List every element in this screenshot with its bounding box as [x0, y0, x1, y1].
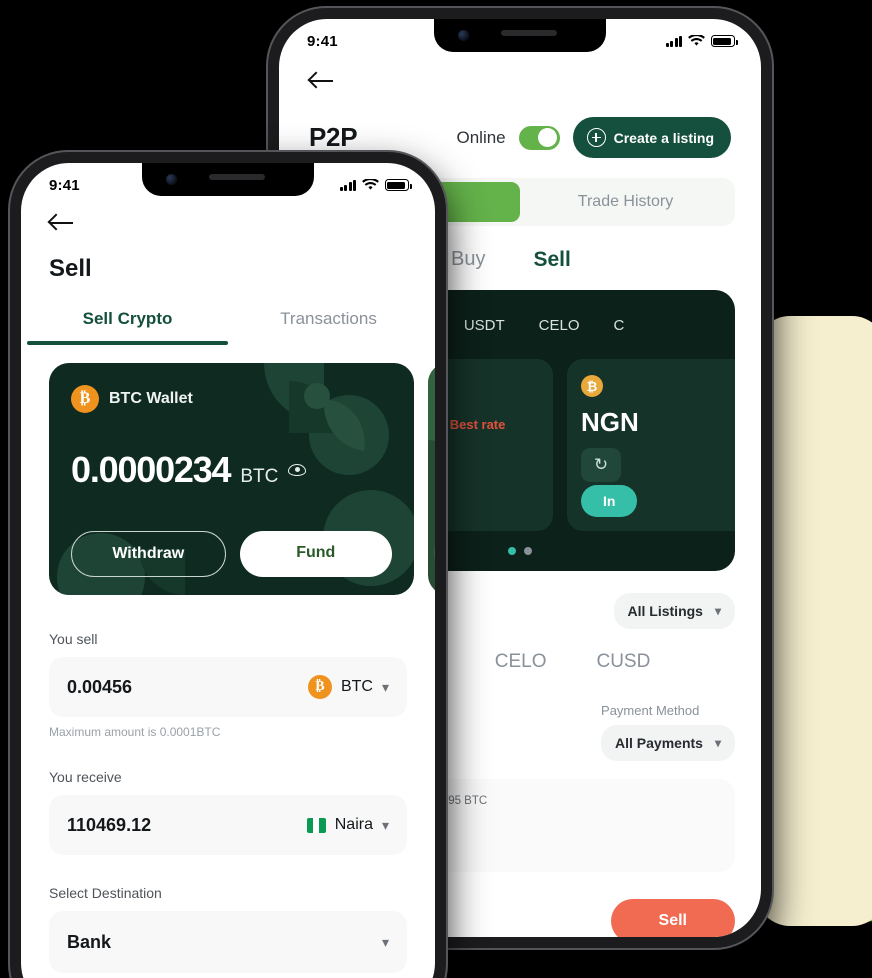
destination-select[interactable]: Bank ▾	[49, 911, 407, 973]
withdraw-button[interactable]: Withdraw	[71, 531, 226, 577]
wifi-icon	[688, 35, 705, 46]
ngn-card: ₿ NGN ↻ In	[567, 359, 735, 531]
earpiece-speaker	[500, 30, 557, 36]
page-title: P2P	[309, 122, 358, 152]
back-arrow-icon[interactable]	[49, 213, 75, 233]
p2p-header-actions: Online Create a listing	[456, 117, 731, 158]
back-arrow-icon[interactable]	[309, 71, 335, 91]
wallet-balance-row: 0.0000234 BTC	[71, 449, 392, 491]
listing-sell-button[interactable]: Sell	[610, 899, 735, 937]
notch	[434, 19, 606, 52]
you-receive-field[interactable]: 110469.12 Naira ▾	[49, 795, 407, 855]
coin-tab-celo[interactable]: CELO	[525, 308, 594, 343]
carousel-dot-2[interactable]	[524, 547, 532, 555]
you-sell-currency: BTC	[340, 678, 373, 695]
next-wallet-card-peek[interactable]	[428, 363, 435, 595]
page-title: Sell	[49, 255, 92, 282]
decorative-cream-card	[756, 316, 872, 926]
max-amount-hint: Maximum amount is 0.0001BTC	[49, 725, 221, 739]
you-receive-currency-select[interactable]: Naira ▾	[306, 816, 389, 834]
coin-tab-usdt[interactable]: USDT	[450, 308, 519, 343]
buy-tab[interactable]: Buy	[451, 248, 485, 272]
payment-method-select[interactable]: All Payments ▾	[601, 725, 735, 761]
bitcoin-icon: ₿	[71, 385, 99, 413]
cellular-icon	[666, 35, 682, 47]
all-listings-label: All Listings	[627, 603, 703, 619]
earpiece-speaker	[208, 174, 265, 180]
sell-tabs: Sell Crypto Transactions	[21, 309, 435, 345]
online-toggle[interactable]	[518, 125, 560, 150]
wallet-balance: 0.0000234	[71, 449, 232, 490]
status-icons	[666, 35, 738, 47]
create-listing-button[interactable]: Create a listing	[572, 117, 731, 158]
you-sell-label: You sell	[49, 631, 98, 647]
sell-tab[interactable]: Sell	[533, 248, 570, 272]
battery-icon	[385, 179, 412, 191]
payment-method-value: All Payments	[615, 735, 703, 751]
status-time: 9:41	[307, 32, 338, 50]
mockup-stage: 9:41 P2P Online Create a listing Trade H…	[0, 0, 872, 978]
coin-tab-cusd[interactable]: C	[600, 308, 639, 343]
coin-celo[interactable]: CELO	[495, 651, 547, 673]
tab-transactions[interactable]: Transactions	[228, 309, 429, 345]
front-phone-screen: 9:41 Sell Sell Crypto Transactions ₿ BTC…	[21, 163, 435, 978]
destination-value: Bank	[67, 931, 112, 952]
you-sell-currency-select[interactable]: ₿ BTC ▾	[307, 675, 389, 699]
fund-button[interactable]: Fund	[239, 531, 392, 577]
btc-wallet-card[interactable]: ₿ BTC Wallet 0.0000234 BTC Withdraw Fund	[49, 363, 414, 595]
tab-sell-crypto[interactable]: Sell Crypto	[27, 309, 228, 345]
wallet-name: BTC Wallet	[109, 390, 193, 407]
chevron-down-icon: ▾	[381, 678, 389, 695]
best-rate-badge: Best rate	[449, 417, 506, 432]
all-listings-filter[interactable]: All Listings ▾	[613, 593, 735, 629]
you-receive-label: You receive	[49, 769, 122, 785]
you-receive-value[interactable]: 110469.12	[67, 815, 151, 836]
sell-form: You sell 0.00456 ₿ BTC ▾ Maximum amount …	[21, 595, 435, 973]
payment-method-label: Payment Method	[601, 703, 700, 718]
plus-circle-icon	[586, 128, 606, 147]
wallet-balance-unit: BTC	[240, 466, 279, 487]
payment-method-group: Payment Method All Payments ▾	[601, 703, 735, 761]
front-camera-icon	[166, 174, 177, 185]
toggle-knob	[538, 128, 558, 147]
chevron-down-icon: ▾	[381, 933, 389, 950]
status-time: 9:41	[49, 176, 80, 194]
battery-icon	[711, 35, 738, 47]
bitcoin-icon: ₿	[581, 375, 603, 397]
card-decoration	[428, 365, 435, 562]
you-sell-field[interactable]: 0.00456 ₿ BTC ▾	[49, 657, 407, 717]
create-listing-label: Create a listing	[613, 129, 714, 146]
you-receive-currency: Naira	[334, 816, 373, 833]
select-destination-label: Select Destination	[49, 885, 162, 901]
bitcoin-icon: ₿	[307, 675, 332, 699]
wifi-icon	[362, 179, 379, 190]
ngn-title: NGN	[581, 407, 639, 437]
notch	[142, 163, 314, 196]
status-icons	[340, 179, 412, 191]
wallet-card-header: ₿ BTC Wallet	[71, 385, 392, 413]
wallet-actions: Withdraw Fund	[71, 531, 392, 577]
invest-button[interactable]: In	[581, 485, 638, 517]
carousel-dot-1[interactable]	[508, 547, 516, 555]
wallet-card-carousel: ₿ BTC Wallet 0.0000234 BTC Withdraw Fund	[21, 345, 435, 595]
chevron-down-icon: ▾	[381, 816, 389, 833]
online-label: Online	[456, 127, 506, 147]
front-phone-device: 9:41 Sell Sell Crypto Transactions ₿ BTC…	[10, 152, 446, 978]
eye-icon[interactable]	[288, 464, 307, 476]
swap-icon[interactable]: ↻	[581, 448, 621, 482]
chevron-down-icon: ▾	[714, 736, 721, 750]
you-sell-value[interactable]: 0.00456	[67, 677, 132, 698]
coin-cusd[interactable]: CUSD	[596, 651, 650, 673]
cellular-icon	[340, 179, 356, 191]
chevron-down-icon: ▾	[714, 604, 721, 618]
segment-trade-history[interactable]: Trade History	[520, 182, 731, 222]
nigeria-flag-icon	[306, 817, 326, 833]
front-camera-icon	[458, 30, 469, 41]
